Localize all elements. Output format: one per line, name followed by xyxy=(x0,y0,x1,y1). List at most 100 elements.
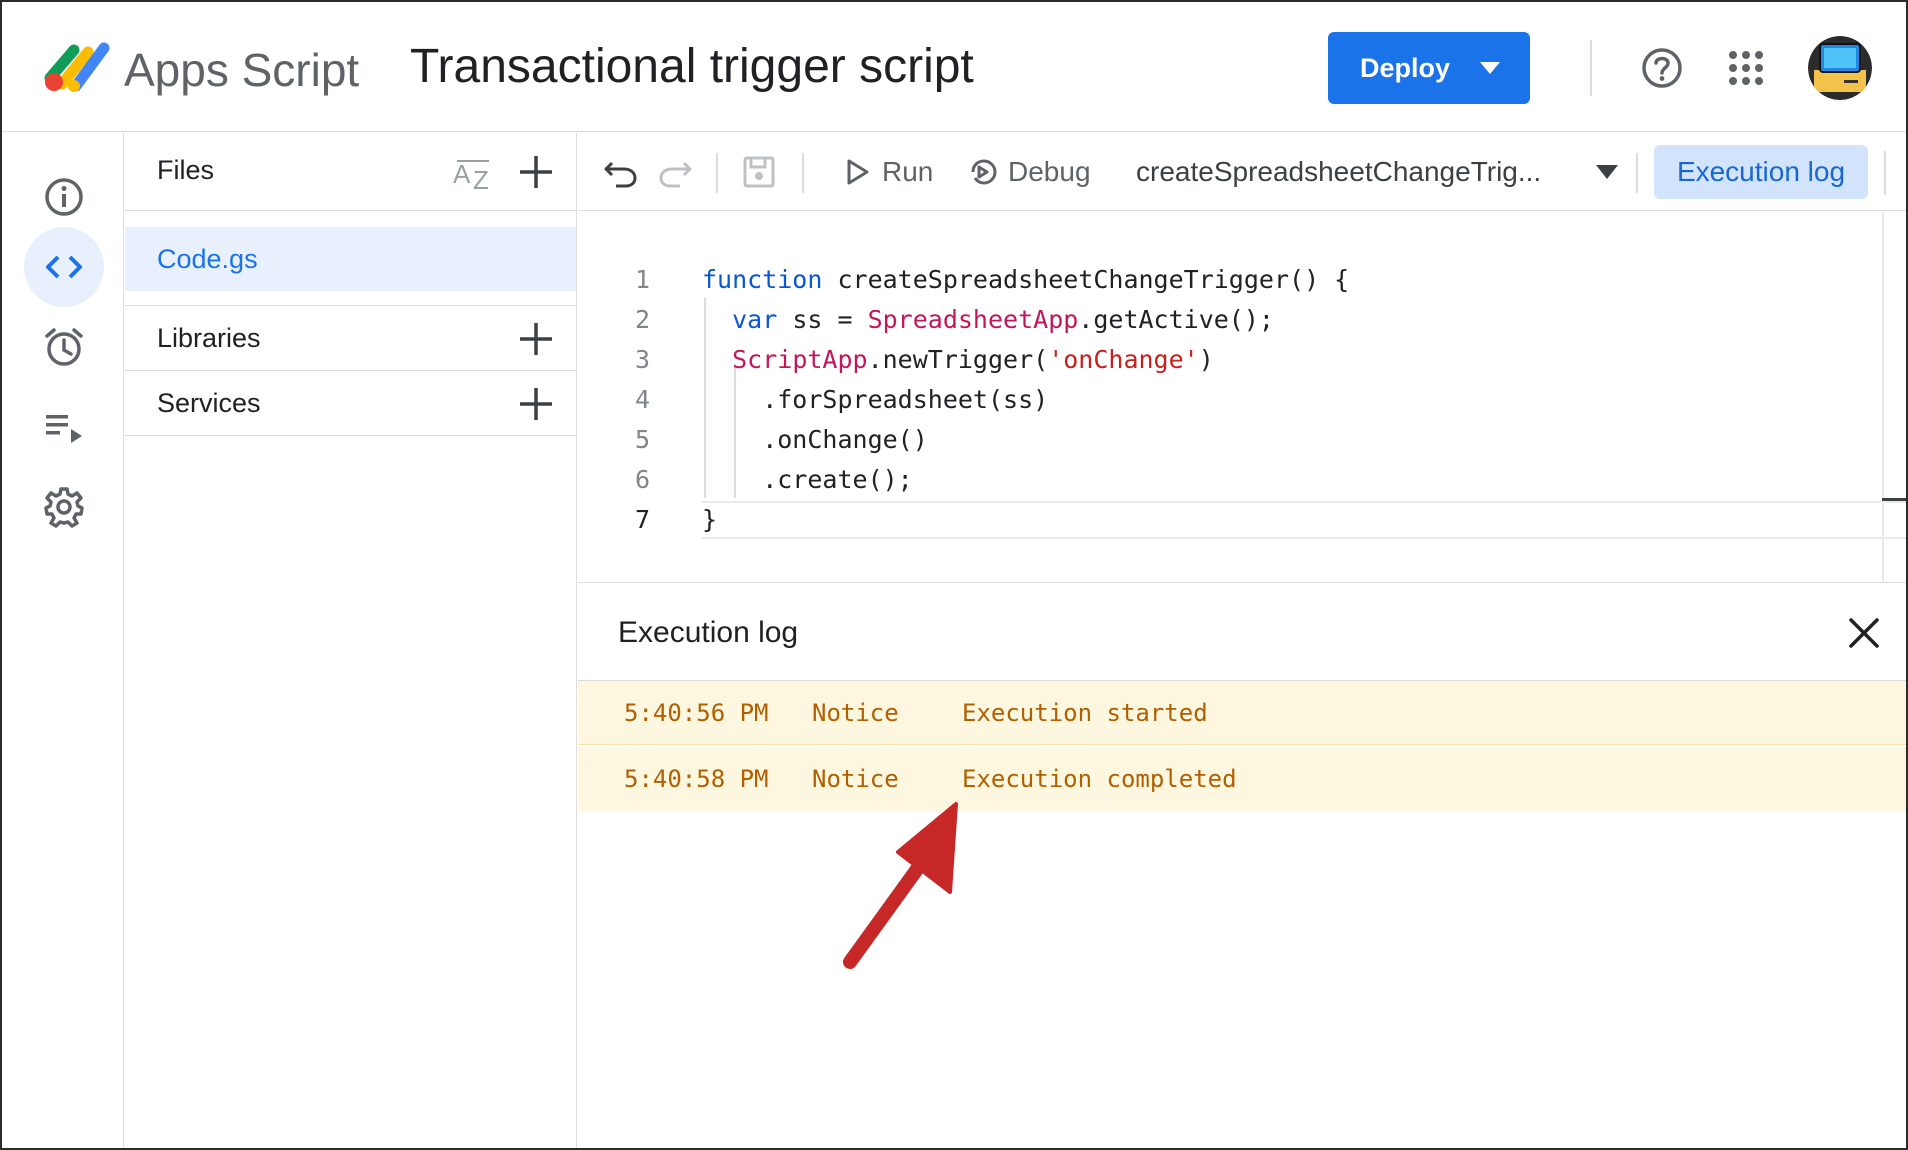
project-title[interactable]: Transactional trigger script xyxy=(410,38,974,96)
code-line: 4 .forSpreadsheet(ss) xyxy=(578,380,1878,420)
log-message: Execution started xyxy=(962,699,1208,727)
chevron-down-icon xyxy=(1596,165,1618,179)
executions-icon xyxy=(46,415,82,443)
chevron-down-icon[interactable] xyxy=(1478,58,1502,78)
help-circle-icon[interactable] xyxy=(1640,46,1684,90)
editor-toolbar: Run Debug createSpreadsheetChangeTrig...… xyxy=(578,133,1906,211)
log-level: Notice xyxy=(812,699,899,727)
debug-label: Debug xyxy=(1008,156,1091,187)
files-panel: Files A Z Code.gs Libraries Services xyxy=(125,133,577,1148)
code-text: var ss = SpreadsheetApp.getActive(); xyxy=(702,300,1274,340)
code-line: 6 .create(); xyxy=(578,460,1878,500)
divider xyxy=(716,153,718,193)
services-section: Services xyxy=(125,372,577,436)
code-editor[interactable]: 1 function createSpreadsheetChangeTrigge… xyxy=(578,212,1906,582)
code-plain: ) xyxy=(1198,345,1214,374)
code-string: 'onChange' xyxy=(1048,345,1199,374)
execution-log-panel: Execution log 5:40:56 PM Notice Executio… xyxy=(578,582,1906,1148)
play-icon xyxy=(847,159,869,185)
log-level: Notice xyxy=(812,765,899,793)
code-text: .create(); xyxy=(702,465,913,494)
line-number: 3 xyxy=(634,345,650,374)
code-keyword: function xyxy=(702,265,823,294)
code-text: .onChange() xyxy=(702,425,928,454)
line-number: 1 xyxy=(634,265,650,294)
save-icon[interactable] xyxy=(740,153,778,191)
editor-scrollbar[interactable] xyxy=(1882,212,1884,582)
code-class: SpreadsheetApp xyxy=(867,305,1079,334)
libraries-section: Libraries xyxy=(125,307,577,371)
files-heading: Files xyxy=(157,155,215,185)
function-select-value: createSpreadsheetChangeTrig... xyxy=(1136,156,1542,187)
user-avatar[interactable] xyxy=(1808,36,1872,100)
line-number: 4 xyxy=(634,385,650,414)
info-icon xyxy=(45,178,83,216)
close-icon[interactable] xyxy=(1846,615,1882,651)
svg-text:Z: Z xyxy=(473,165,489,193)
code-text: } xyxy=(702,505,718,534)
rail-item-settings[interactable] xyxy=(24,467,104,547)
log-time: 5:40:58 PM xyxy=(624,765,769,793)
code-text: function createSpreadsheetChangeTrigger(… xyxy=(702,260,1349,300)
divider xyxy=(1884,151,1886,195)
rail-item-triggers[interactable] xyxy=(24,307,104,387)
line-number: 5 xyxy=(634,425,650,454)
line-number: 6 xyxy=(634,465,650,494)
code-text: ScriptApp.newTrigger('onChange') xyxy=(702,340,1214,380)
code-line: 7 } xyxy=(578,500,1878,540)
sort-az-icon[interactable]: A Z xyxy=(451,153,495,193)
code-plain: .newTrigger( xyxy=(867,345,1049,374)
add-library-plus-icon[interactable] xyxy=(517,320,555,358)
scrollbar-cursor-marker xyxy=(1882,498,1906,501)
apps-script-logo-icon xyxy=(44,42,110,92)
line-number: 7 xyxy=(634,505,650,534)
run-button[interactable]: Run xyxy=(842,147,933,197)
log-row: 5:40:58 PM Notice Execution completed xyxy=(578,747,1906,811)
code-icon xyxy=(46,255,82,279)
divider xyxy=(1590,40,1592,96)
services-heading: Services xyxy=(157,388,261,418)
gear-icon xyxy=(44,487,84,528)
top-bar: Apps Script Transactional trigger script… xyxy=(2,2,1906,132)
app-window: Apps Script Transactional trigger script… xyxy=(0,0,1908,1150)
code-plain: .getActive(); xyxy=(1078,305,1274,334)
code-class: ScriptApp xyxy=(732,345,868,374)
code-line: 3 ScriptApp.newTrigger('onChange') xyxy=(578,340,1878,380)
code-line: 1 function createSpreadsheetChangeTrigge… xyxy=(578,260,1878,300)
add-file-plus-icon[interactable] xyxy=(517,153,555,191)
files-header: Files A Z xyxy=(125,133,577,211)
alarm-clock-icon xyxy=(45,328,83,366)
divider xyxy=(125,305,577,306)
log-time: 5:40:56 PM xyxy=(624,699,769,727)
file-name: Code.gs xyxy=(157,244,258,274)
function-select[interactable]: createSpreadsheetChangeTrig... xyxy=(1136,147,1622,197)
apps-grid-icon[interactable] xyxy=(1726,48,1766,88)
rail-item-editor[interactable] xyxy=(24,227,104,307)
undo-icon[interactable] xyxy=(602,153,640,191)
code-keyword: var xyxy=(732,305,778,334)
divider xyxy=(1636,153,1638,193)
execution-log-toggle-button[interactable]: Execution log xyxy=(1654,145,1868,199)
code-plain: createSpreadsheetChangeTrigger() { xyxy=(822,265,1350,294)
left-nav-rail xyxy=(2,133,124,1148)
debug-button[interactable]: Debug xyxy=(968,147,1091,197)
debug-icon xyxy=(971,159,997,185)
code-line: 2 var ss = SpreadsheetApp.getActive(); xyxy=(578,300,1878,340)
log-message: Execution completed xyxy=(962,765,1237,793)
deploy-button-label: Deploy xyxy=(1360,53,1451,83)
code-line: 5 .onChange() xyxy=(578,420,1878,460)
line-number: 2 xyxy=(634,305,650,334)
rail-item-executions[interactable] xyxy=(24,387,104,467)
execution-log-title: Execution log xyxy=(618,616,799,649)
code-plain: ss = xyxy=(777,305,868,334)
redo-icon[interactable] xyxy=(656,153,694,191)
log-row: 5:40:56 PM Notice Execution started xyxy=(578,681,1906,745)
code-text: .forSpreadsheet(ss) xyxy=(702,385,1049,414)
deploy-button[interactable]: Deploy xyxy=(1328,32,1530,104)
add-service-plus-icon[interactable] xyxy=(517,385,555,423)
rail-item-overview[interactable] xyxy=(24,157,104,237)
file-item-code-gs[interactable]: Code.gs xyxy=(125,227,576,291)
product-name: Apps Script xyxy=(124,44,360,96)
